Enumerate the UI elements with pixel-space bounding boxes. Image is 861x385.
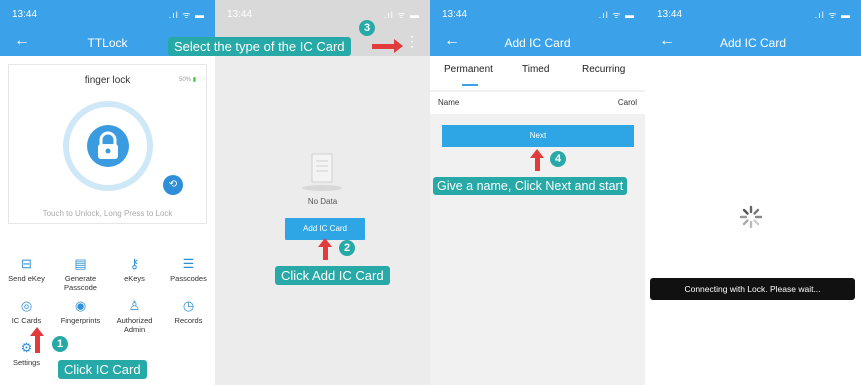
step3-callout: Select the type of the IC Card xyxy=(168,37,351,56)
status-bar: 13:44 .ıl ᯤ ▬ xyxy=(0,0,215,28)
unlock-button[interactable] xyxy=(63,101,153,191)
menu-label: IC Cards xyxy=(11,316,42,325)
loading-spinner-icon xyxy=(739,205,763,229)
active-tab-indicator xyxy=(462,84,478,86)
status-time: 13:44 xyxy=(227,9,253,20)
page-title: Add IC Card xyxy=(504,36,571,50)
menu-label: Passcodes xyxy=(170,274,207,283)
nav-bar: ← Add IC Card xyxy=(430,28,645,56)
empty-document-icon xyxy=(302,153,342,191)
fingerprints-icon: ◉ xyxy=(74,298,87,313)
step3-number: 3 xyxy=(359,20,375,36)
menu-label: Send eKey xyxy=(8,274,45,283)
more-menu-icon[interactable]: ⋮ xyxy=(405,33,419,50)
status-time: 13:44 xyxy=(12,9,38,20)
menu-label: Fingerprints xyxy=(60,316,101,325)
status-time: 13:44 xyxy=(442,9,468,20)
menu-send-ekey[interactable]: ⊟ Send eKey xyxy=(0,256,53,283)
menu-fingerprints[interactable]: ◉ Fingerprints xyxy=(54,298,107,325)
step2-arrow-stem xyxy=(323,246,328,260)
touch-hint: Touch to Unlock, Long Press to Lock xyxy=(42,209,173,218)
step4-callout: Give a name, Click Next and start xyxy=(433,177,628,195)
menu-settings[interactable]: ⚙ Settings xyxy=(0,340,53,367)
ic-card-list-screen: 13:44 .ıl ᯤ ▬ ⋮ No Data Add IC Card 2 Cl… xyxy=(215,0,430,385)
menu-authorized-admin[interactable]: ♙ Authorized Admin xyxy=(108,298,161,334)
tab-recurring[interactable]: Recurring xyxy=(582,64,625,75)
lock-home-screen: 13:44 .ıl ᯤ ▬ ← TTLock finger lock 50% ▮… xyxy=(0,0,215,385)
tab-permanent[interactable]: Permanent xyxy=(444,64,493,75)
menu-label: Generate Passcode xyxy=(64,274,97,292)
add-ic-card-button[interactable]: Add IC Card xyxy=(285,218,365,240)
nav-bar: ← Add IC Card xyxy=(645,28,861,56)
nfc-icon[interactable]: ⟲ xyxy=(163,175,183,195)
step3-arrow-stem xyxy=(372,44,394,49)
status-icons: .ıl ᯤ ▬ xyxy=(168,10,205,20)
connecting-toast: Connecting with Lock. Please wait... xyxy=(650,278,855,300)
menu-passcodes[interactable]: ☰ Passcodes xyxy=(162,256,215,283)
step2-number: 2 xyxy=(339,240,355,256)
lock-card: finger lock 50% ▮ ⟲ Touch to Unlock, Lon… xyxy=(8,64,207,224)
settings-icon: ⚙ xyxy=(20,340,33,355)
menu-generate-passcode[interactable]: ▤ Generate Passcode xyxy=(54,256,107,292)
status-icons: .ıl ᯤ ▬ xyxy=(814,10,851,20)
name-label: Name xyxy=(438,98,460,107)
step4-arrow-stem xyxy=(535,157,540,171)
step1-callout: Click IC Card xyxy=(58,360,147,379)
generate-passcode-icon: ▤ xyxy=(74,256,87,271)
menu-records[interactable]: ◷ Records xyxy=(162,298,215,325)
menu-label: Authorized Admin xyxy=(116,316,153,334)
status-time: 13:44 xyxy=(657,9,683,20)
card-type-tabs: Permanent Timed Recurring xyxy=(430,56,645,90)
ekeys-icon: ⚷ xyxy=(129,256,140,271)
lock-name: finger lock xyxy=(84,75,131,86)
tab-timed[interactable]: Timed xyxy=(522,64,549,75)
padlock-icon xyxy=(87,125,129,167)
ic-cards-icon: ◎ xyxy=(20,298,33,313)
authorized-admin-icon: ♙ xyxy=(128,298,141,313)
menu-label: Records xyxy=(174,316,203,325)
step3-arrow xyxy=(394,39,403,53)
next-button[interactable]: Next xyxy=(442,125,634,147)
name-field[interactable]: Name Carol xyxy=(430,92,645,114)
menu-label: eKeys xyxy=(124,274,145,283)
menu-label: Settings xyxy=(12,358,41,367)
status-icons: .ıl ᯤ ▬ xyxy=(383,10,420,20)
name-value[interactable]: Carol xyxy=(618,98,637,107)
step1-number: 1 xyxy=(52,336,68,352)
battery-indicator: 50% ▮ xyxy=(179,77,196,83)
status-icons: .ıl ᯤ ▬ xyxy=(598,10,635,20)
page-title: Add IC Card xyxy=(719,36,787,50)
passcodes-icon: ☰ xyxy=(182,256,195,271)
menu-ekeys[interactable]: ⚷ eKeys xyxy=(108,256,161,283)
battery-level: 50% xyxy=(179,77,192,83)
menu-ic-cards[interactable]: ◎ IC Cards xyxy=(0,298,53,325)
step2-callout: Click Add IC Card xyxy=(275,266,390,285)
status-bar: 13:44 .ıl ᯤ ▬ xyxy=(645,0,861,28)
status-bar: 13:44 .ıl ᯤ ▬ xyxy=(215,0,430,28)
step4-number: 4 xyxy=(550,151,566,167)
records-icon: ◷ xyxy=(182,298,195,313)
no-data-text: No Data xyxy=(307,197,338,206)
send-ekey-icon: ⊟ xyxy=(21,256,32,271)
connecting-screen: 13:44 .ıl ᯤ ▬ ← Add IC Card Connecting w… xyxy=(645,0,861,385)
add-ic-card-screen: 13:44 .ıl ᯤ ▬ ← Add IC Card Permanent Ti… xyxy=(430,0,645,385)
status-bar: 13:44 .ıl ᯤ ▬ xyxy=(430,0,645,28)
step1-arrow-stem xyxy=(35,335,40,353)
